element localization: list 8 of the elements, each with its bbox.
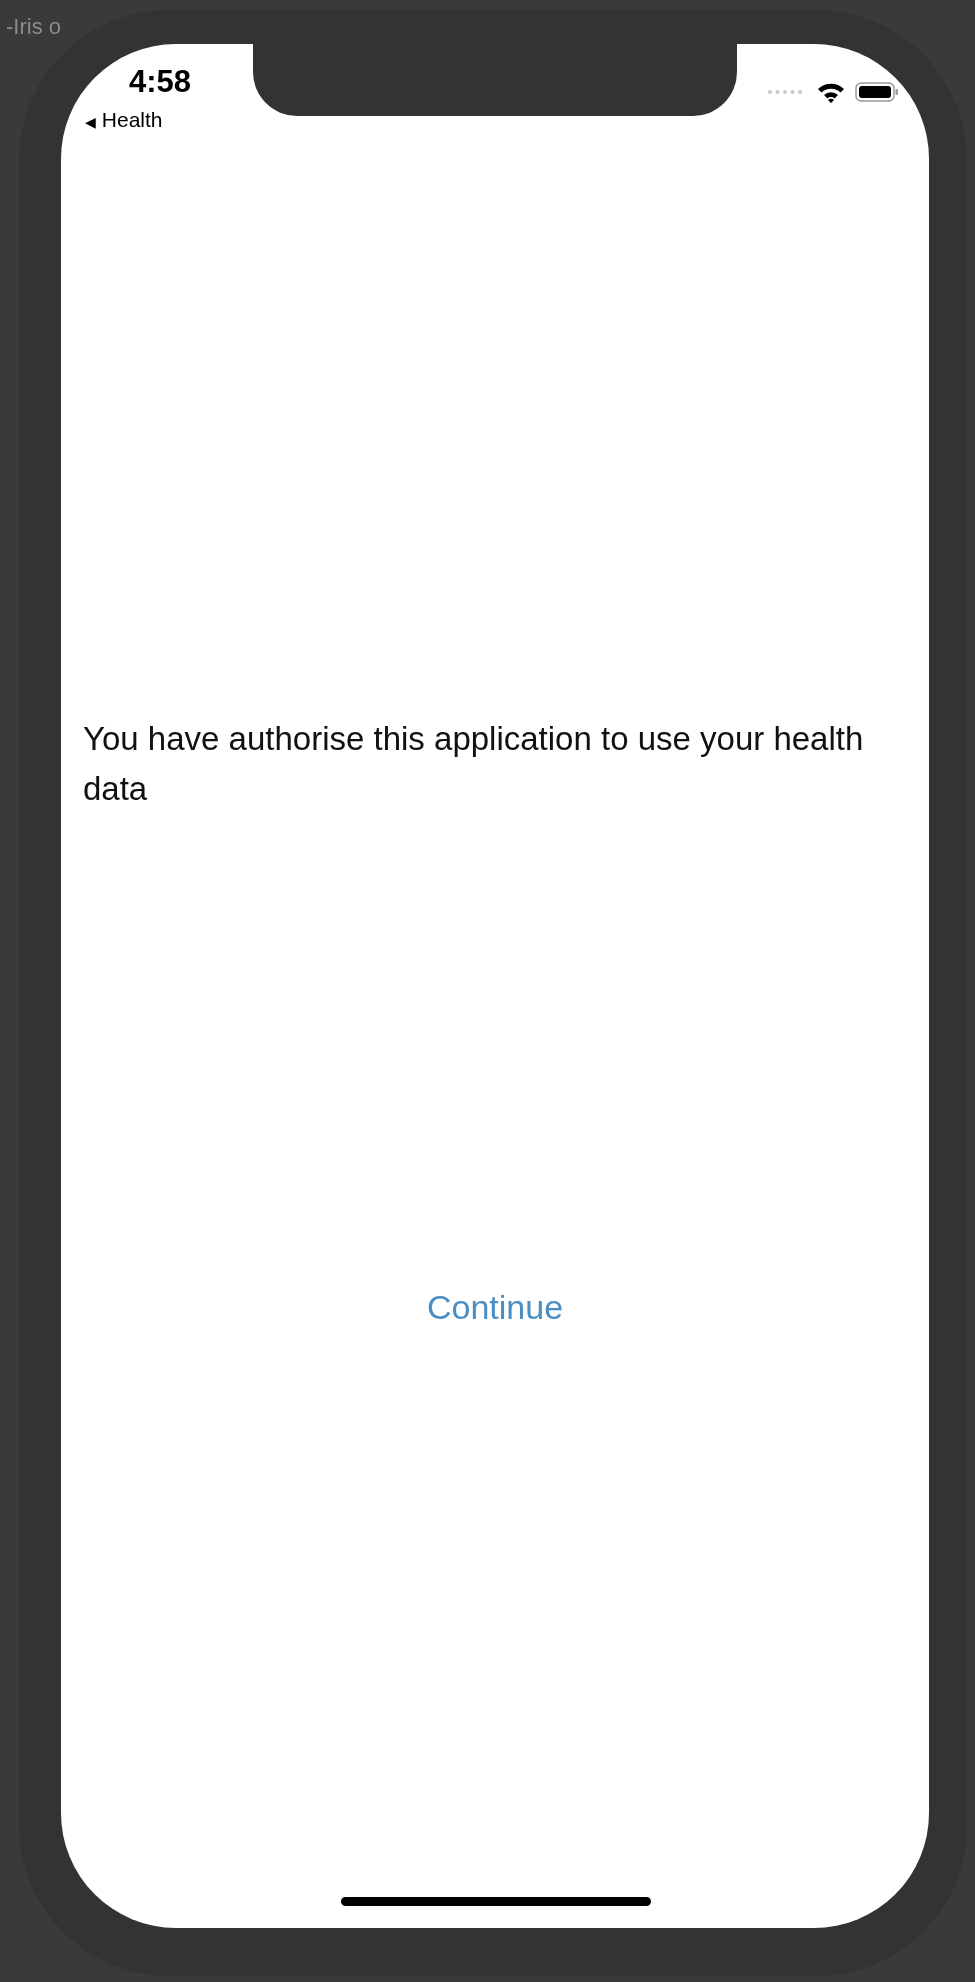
wifi-icon (817, 81, 845, 103)
signal-icon (767, 89, 803, 95)
window-title: -Iris o (6, 14, 61, 40)
authorisation-message: You have authorise this application to use your health data (83, 719, 865, 809)
status-time: 4:58 (129, 64, 192, 100)
back-link[interactable]: ◀ Health (85, 108, 192, 132)
battery-icon (855, 81, 899, 103)
continue-button[interactable]: Continue (418, 1284, 572, 1331)
